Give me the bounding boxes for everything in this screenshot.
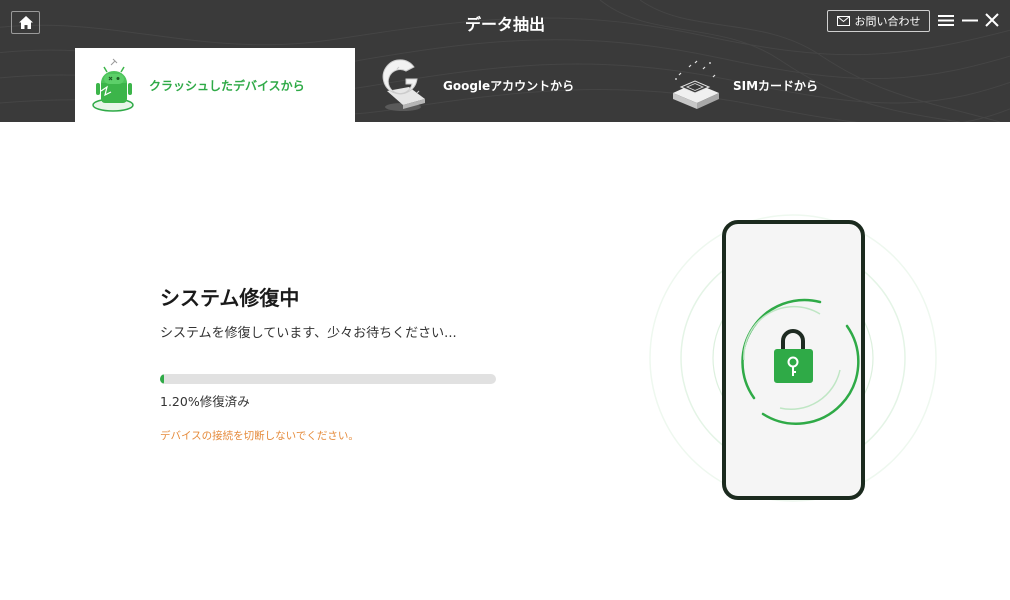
phone-lock-icon	[649, 214, 937, 502]
menu-icon	[938, 14, 954, 26]
sim-card-icon	[673, 60, 719, 109]
minimize-icon	[962, 19, 978, 21]
mail-icon	[836, 16, 850, 26]
tab-label: SIMカードから	[733, 78, 819, 93]
status-message: システムを修復しています、少々お待ちください...	[160, 326, 457, 341]
tab-label: Googleアカウントから	[443, 78, 575, 93]
crashed-android-icon	[92, 58, 134, 112]
repair-progress-bar	[160, 374, 496, 384]
close-icon	[985, 13, 999, 27]
tab-crashed-device[interactable]: クラッシュしたデバイスから	[75, 48, 355, 122]
progress-fill	[160, 374, 165, 384]
progress-label: 1.20%修復済み	[160, 394, 250, 409]
menu-button[interactable]	[937, 11, 955, 29]
contact-button[interactable]: お問い合わせ	[827, 10, 930, 32]
title-bar: データ抽出 お問い合わせ クラッシュしたデバイスから Googleアカウントから…	[0, 0, 1010, 122]
tab-sim-card[interactable]: SIMカードから	[655, 48, 935, 122]
contact-label: お問い合わせ	[854, 15, 921, 28]
tab-google-account[interactable]: Googleアカウントから	[365, 48, 645, 122]
google-account-icon	[382, 59, 425, 111]
warning-text: デバイスの接続を切断しないでください。	[160, 430, 359, 442]
page-title: システム修復中	[160, 286, 300, 310]
close-button[interactable]	[983, 11, 1001, 29]
tab-label: クラッシュしたデバイスから	[149, 78, 305, 93]
minimize-button[interactable]	[961, 11, 979, 29]
